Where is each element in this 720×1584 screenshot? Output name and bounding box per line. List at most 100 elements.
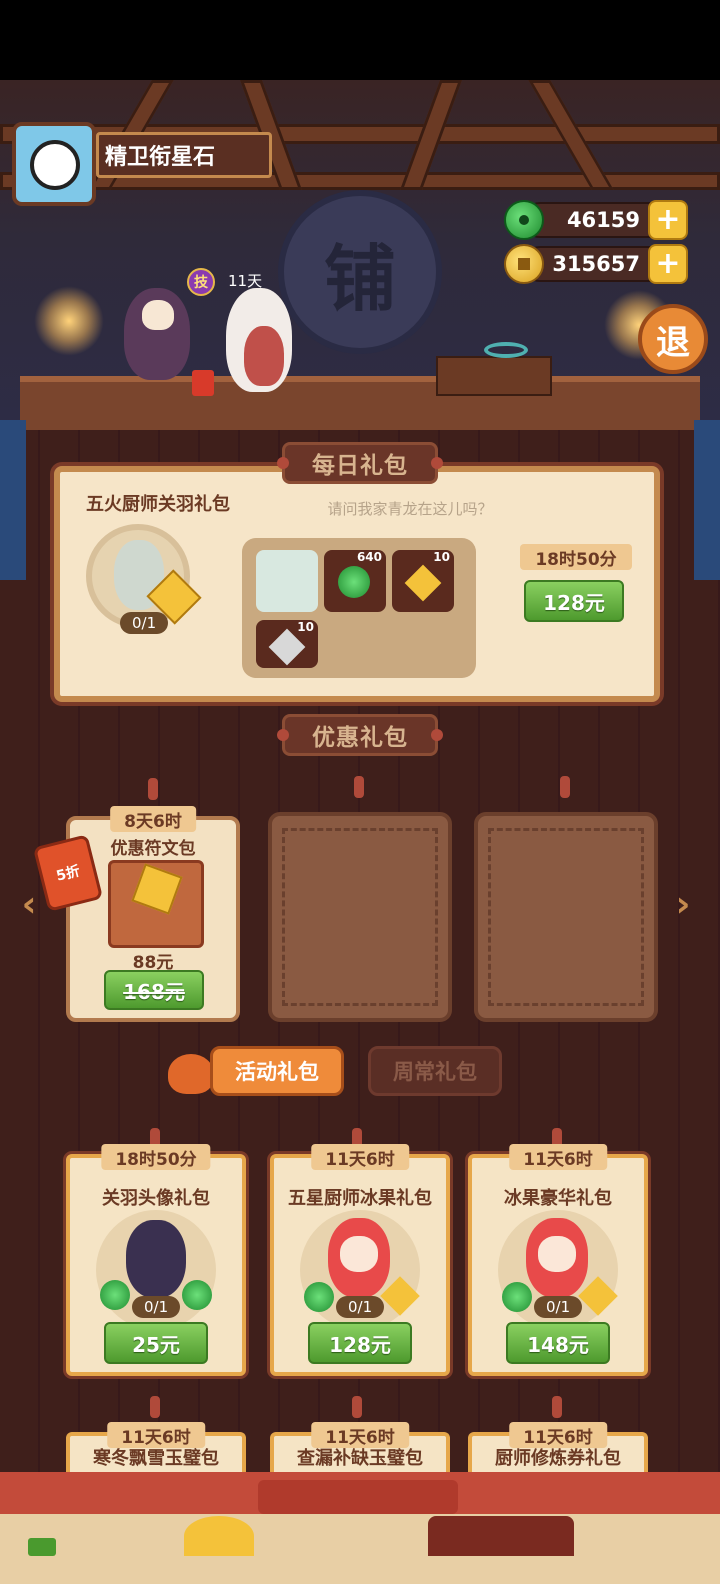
jade-icon <box>502 1282 532 1312</box>
discount-pack-card[interactable]: 8天6时 优惠符文包 88元 168元 <box>66 806 240 1022</box>
lamp-glow <box>34 286 104 356</box>
jade-amount: 46159 <box>566 208 640 232</box>
gift-card-guanyu-avatar[interactable]: 18时50分 关羽头像礼包 0/1 25元 <box>66 1144 246 1376</box>
ribbon-knot <box>431 457 443 469</box>
daily-pack-buy-button[interactable]: 128元 <box>524 580 624 622</box>
book-stack <box>436 356 552 396</box>
gold-rune-icon <box>380 1276 420 1316</box>
right-curtain <box>694 420 720 580</box>
jade-item[interactable]: 640 <box>324 550 386 612</box>
coin-balance: 315657 + <box>504 244 688 284</box>
add-jade-button[interactable]: + <box>648 200 688 240</box>
exit-button[interactable]: 退 <box>638 304 708 374</box>
card-hook <box>148 778 158 800</box>
daily-pack-count: 0/1 <box>120 612 169 634</box>
empty-pack-slot <box>268 812 452 1022</box>
chef-face <box>340 1236 378 1272</box>
gold-rune-icon <box>578 1276 618 1316</box>
gift-card-fill-gaps[interactable]: 11天6时 查漏补缺玉璧包 <box>270 1422 450 1472</box>
chef-outfit <box>244 326 284 386</box>
gift-card-chef-training[interactable]: 11天6时 厨师修炼券礼包 <box>468 1422 648 1472</box>
gift-card-timer: 11天6时 <box>311 1144 409 1170</box>
guanyu-avatar-art <box>126 1220 186 1298</box>
left-curtain <box>0 420 26 580</box>
gold-rune-icon <box>131 863 183 915</box>
silver-rune-item[interactable]: 10 <box>256 620 318 668</box>
status-bar <box>0 0 720 80</box>
shop-counter <box>20 376 700 430</box>
gift-card-buy-button[interactable]: 148元 <box>506 1322 610 1364</box>
reward-items: 640 10 10 <box>242 538 476 678</box>
gift-card-timer: 18时50分 <box>101 1144 211 1170</box>
slot-border <box>282 828 438 1006</box>
player-name: 精卫衔星石 <box>96 132 272 178</box>
coin-amount: 315657 <box>552 252 640 276</box>
section-ribbon-discount: 优惠礼包 <box>277 714 443 756</box>
bottom-tab <box>258 1480 458 1514</box>
gift-card-title: 寒冬飘雪玉璧包 <box>93 1448 219 1469</box>
ribbon-knot <box>431 729 443 741</box>
jade-balance: 46159 + <box>504 200 688 240</box>
item-quantity: 640 <box>356 550 382 564</box>
panda-portrait <box>30 140 80 190</box>
add-coins-button[interactable]: + <box>648 244 688 284</box>
daily-pack-title: 五火厨师关羽礼包 <box>86 494 230 515</box>
discount-buy-button[interactable]: 168元 <box>104 970 204 1010</box>
gift-card-count: 0/1 <box>132 1296 181 1318</box>
jade-icon <box>304 1282 334 1312</box>
card-hook <box>354 776 364 798</box>
carousel-prev-arrow[interactable]: ‹ <box>14 884 44 925</box>
red-envelope-icon <box>192 370 214 396</box>
ribbon-label: 每日礼包 <box>312 453 408 479</box>
carousel-next-arrow[interactable]: › <box>668 884 698 925</box>
ribbon-knot <box>277 729 289 741</box>
gift-card-count: 0/1 <box>534 1296 583 1318</box>
item-quantity: 10 <box>433 550 450 564</box>
chef-character-item[interactable] <box>256 550 318 612</box>
gift-card-buy-button[interactable]: 25元 <box>104 1322 208 1364</box>
chef-face <box>538 1236 576 1272</box>
gift-card-title: 厨师修炼券礼包 <box>495 1448 621 1469</box>
mascot-peek <box>184 1516 254 1556</box>
silver-rune-icon <box>268 628 306 666</box>
shop-sign: 铺 <box>278 190 442 354</box>
tab-weekly-packs[interactable]: 周常礼包 <box>368 1046 502 1096</box>
gift-card-title: 关羽头像礼包 <box>102 1188 210 1209</box>
card-hook <box>352 1396 362 1418</box>
discount-pack-timer: 8天6时 <box>110 806 196 832</box>
gift-card-five-star-chef[interactable]: 11天6时 五星厨师冰果礼包 0/1 128元 <box>270 1144 450 1376</box>
gift-card-title: 冰果豪华礼包 <box>504 1188 612 1209</box>
tab-event-packs[interactable]: 活动礼包 <box>210 1046 344 1096</box>
player-avatar[interactable] <box>12 122 96 206</box>
daily-pack-timer: 18时50分 <box>520 544 632 570</box>
slot-border <box>488 828 644 1006</box>
gift-card-ice-fruit-deluxe[interactable]: 11天6时 冰果豪华礼包 0/1 148元 <box>468 1144 648 1376</box>
gold-rune-icon <box>404 564 442 602</box>
jade-bracelet <box>484 342 528 358</box>
gift-card-title: 查漏补缺玉璧包 <box>297 1448 423 1469</box>
ribbon-label: 优惠礼包 <box>312 725 408 751</box>
jade-icon <box>338 566 370 598</box>
skill-badge-icon[interactable]: 技 <box>187 268 215 296</box>
days-counter: 11天 <box>228 272 263 290</box>
jade-icon <box>100 1280 130 1310</box>
empty-pack-slot <box>474 812 658 1022</box>
card-hook <box>560 776 570 798</box>
gift-card-buy-button[interactable]: 128元 <box>308 1322 412 1364</box>
section-ribbon-daily: 每日礼包 <box>277 442 443 484</box>
gift-card-count: 0/1 <box>336 1296 385 1318</box>
daily-pack-panel: 五火厨师关羽礼包 请问我家青龙在这儿吗？ 0/1 640 10 10 18时50… <box>54 466 660 702</box>
card-hook <box>150 1396 160 1418</box>
coin-icon <box>504 244 544 284</box>
jade-icon <box>182 1280 212 1310</box>
item-quantity: 10 <box>297 620 314 634</box>
gift-card-winter-snow[interactable]: 11天6时 寒冬飘雪玉璧包 <box>66 1422 246 1472</box>
daily-pack-quote: 请问我家青龙在这儿吗？ <box>327 500 493 518</box>
gold-rune-item[interactable]: 10 <box>392 550 454 612</box>
npc-face <box>142 300 174 330</box>
gift-card-title: 五星厨师冰果礼包 <box>288 1188 432 1209</box>
green-block <box>28 1538 56 1556</box>
card-hook <box>552 1396 562 1418</box>
ribbon-knot <box>277 457 289 469</box>
jade-icon <box>504 200 544 240</box>
